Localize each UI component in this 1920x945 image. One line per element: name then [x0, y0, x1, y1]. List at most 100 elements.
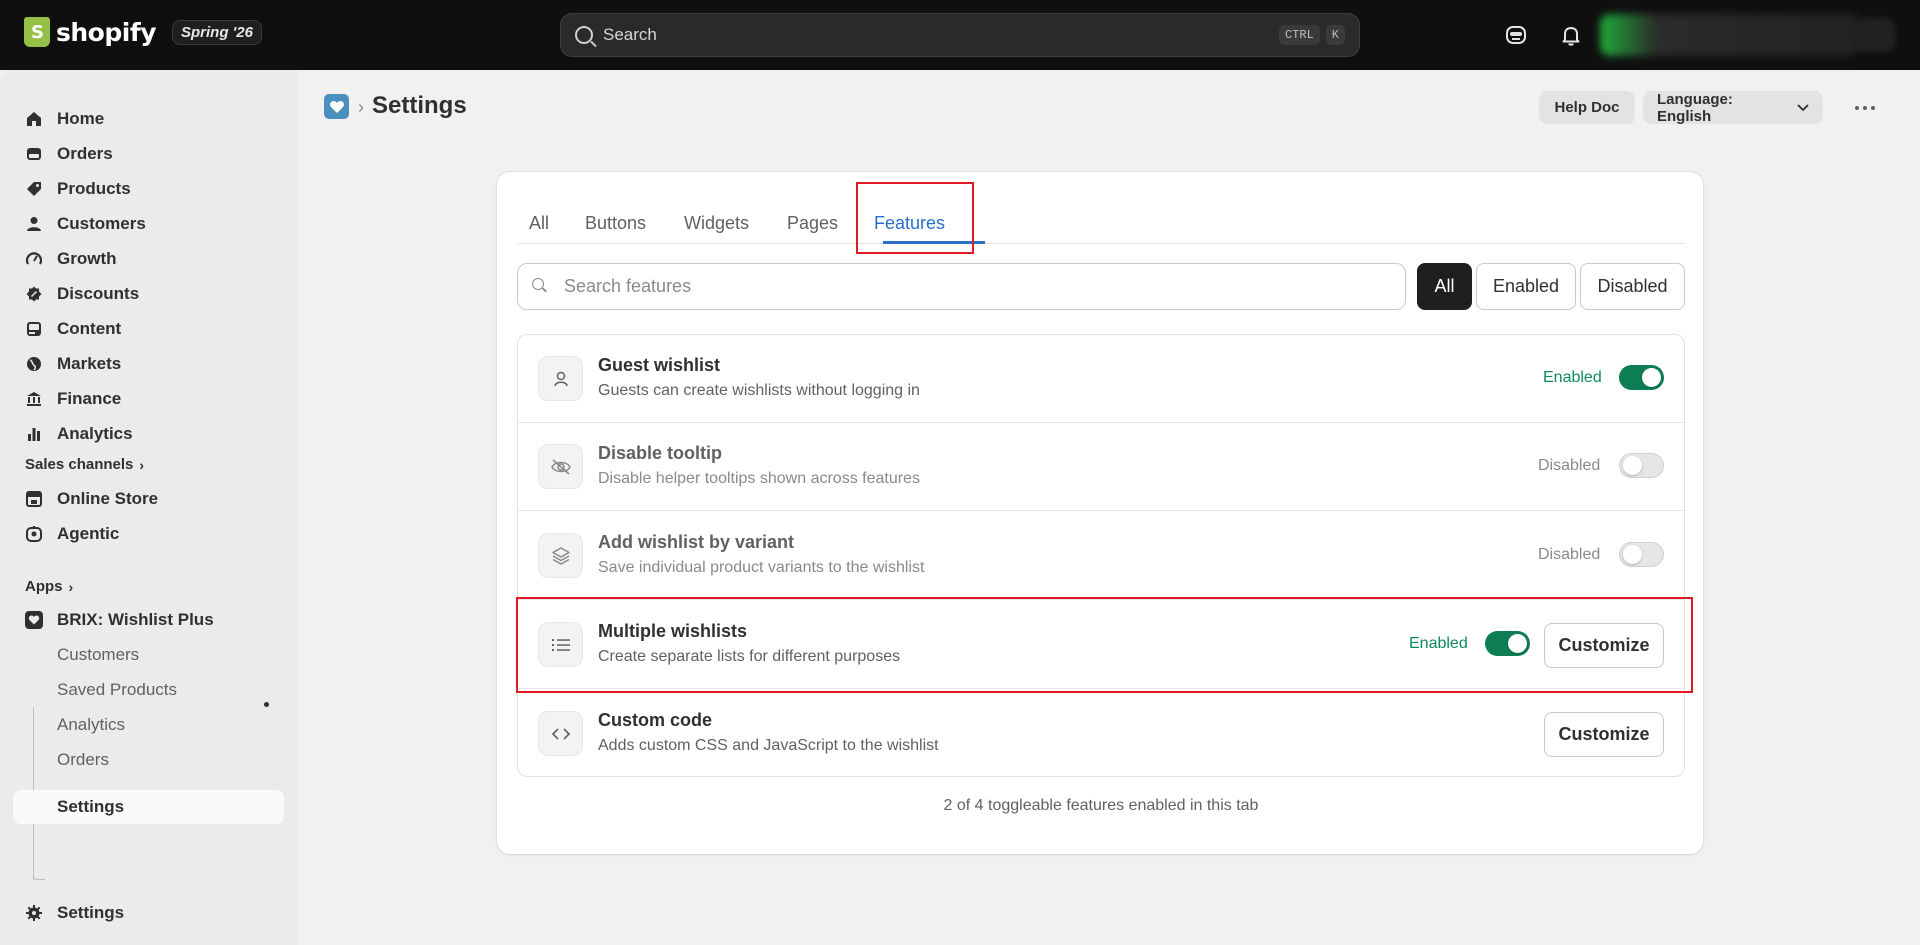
sidebar-item-content[interactable]: Content [13, 312, 284, 346]
feature-title: Add wishlist by variant [598, 532, 795, 552]
gauge-icon [25, 250, 43, 268]
sidebar-item-label: Orders [57, 144, 113, 163]
bar-chart-icon [25, 425, 43, 443]
highlight-box-features-tab [856, 182, 974, 254]
home-icon [25, 110, 43, 128]
settings-card: All Buttons Widgets Pages Features All E… [496, 171, 1704, 855]
sidebar-item-label: BRIX: Wishlist Plus [57, 610, 214, 629]
tab-buttons[interactable]: Buttons [585, 202, 646, 244]
apps-heading[interactable]: Apps › [25, 578, 73, 595]
feature-toggle-disable-tooltip[interactable] [1619, 453, 1664, 478]
language-select[interactable]: Language: English [1643, 90, 1823, 125]
sidebar-item-home[interactable]: Home [13, 102, 284, 136]
filter-all-button[interactable]: All [1417, 263, 1472, 310]
global-search[interactable]: Search CTRL K [560, 13, 1360, 57]
page-title: Settings [372, 92, 467, 119]
feature-status: Disabled [1538, 546, 1601, 563]
tab-bar: All Buttons Widgets Pages Features [517, 202, 1685, 244]
features-summary: 2 of 4 toggleable features enabled in th… [943, 797, 1259, 814]
feature-row-guest-wishlist: Guest wishlist Guests can create wishlis… [518, 335, 1684, 423]
sidebar-item-label: Content [57, 319, 122, 338]
sidebar-item-discounts[interactable]: Discounts [13, 277, 284, 311]
sidebar-item-online-store[interactable]: Online Store [13, 482, 284, 516]
sidebar-item-label: Online Store [57, 489, 159, 508]
customize-button-custom-code[interactable]: Customize [1544, 712, 1664, 757]
sidebar-item-label: Markets [57, 354, 122, 373]
language-label: Language: English [1657, 90, 1733, 125]
feature-row-disable-tooltip: Disable tooltip Disable helper tooltips … [518, 423, 1684, 511]
sidebar: Home Orders Products Customers Growth Di… [0, 70, 298, 945]
global-search-placeholder: Search [603, 25, 657, 44]
tab-widgets[interactable]: Widgets [684, 202, 749, 244]
more-actions-icon[interactable] [1855, 106, 1875, 110]
wishlist-app-icon[interactable] [324, 94, 349, 119]
bell-icon[interactable] [1558, 22, 1584, 48]
edition-badge[interactable]: Spring '26 [172, 19, 262, 45]
filter-enabled-button[interactable]: Enabled [1476, 263, 1576, 310]
gear-icon [25, 904, 43, 922]
chevron-right-icon: › [139, 456, 145, 473]
chevron-down-icon [1797, 99, 1809, 116]
eye-off-icon [538, 444, 583, 489]
app-subitem-settings[interactable]: Settings [13, 790, 284, 824]
shopify-logo[interactable]: shopify Spring '26 [24, 17, 262, 47]
sidebar-item-growth[interactable]: Growth [13, 242, 284, 276]
sidebar-item-analytics[interactable]: Analytics [13, 417, 284, 451]
tab-pages[interactable]: Pages [787, 202, 838, 244]
feature-toggle-add-wishlist-by-variant[interactable] [1619, 542, 1664, 567]
tab-all[interactable]: All [529, 202, 549, 244]
agent-icon [25, 525, 43, 543]
highlight-box-multiple-wishlists [516, 597, 1693, 693]
sidebar-item-orders[interactable]: Orders [13, 137, 284, 171]
feature-status: Disabled [1538, 457, 1601, 474]
app-subitem-orders[interactable]: Orders [13, 743, 284, 777]
layers-icon [538, 533, 583, 578]
globe-icon [25, 355, 43, 373]
sales-channels-label: Sales channels [25, 456, 134, 473]
chevron-right-icon: › [68, 578, 74, 595]
search-features-field[interactable] [517, 263, 1406, 310]
feature-title: Custom code [598, 710, 713, 730]
sidebar-item-label: Settings [57, 903, 125, 922]
top-bar: shopify Spring '26 Search CTRL K [0, 0, 1920, 70]
sidebar-item-agentic[interactable]: Agentic [13, 517, 284, 551]
sidebar-item-label: Customers [57, 214, 146, 233]
sidebar-item-label: Growth [57, 249, 117, 268]
sidebar-item-label: Discounts [57, 284, 140, 303]
person-icon [538, 356, 583, 401]
feature-status: Enabled [1543, 369, 1602, 386]
store-icon [25, 490, 43, 508]
help-doc-button[interactable]: Help Doc [1539, 91, 1635, 124]
sidebar-item-wishlist-app[interactable]: BRIX: Wishlist Plus [13, 603, 284, 637]
sidebar-item-finance[interactable]: Finance [13, 382, 284, 416]
feature-description: Adds custom CSS and JavaScript to the wi… [598, 737, 939, 754]
apps-label: Apps [25, 578, 63, 595]
breadcrumb-chevron-icon: › [358, 97, 364, 117]
shortcut-k: K [1325, 25, 1345, 45]
brand-name: shopify [56, 17, 157, 47]
shortcut-ctrl: CTRL [1278, 25, 1320, 45]
sidekick-icon[interactable] [1503, 22, 1529, 48]
sales-channels-heading[interactable]: Sales channels › [25, 456, 144, 473]
search-icon [532, 277, 544, 290]
sidebar-item-products[interactable]: Products [13, 172, 284, 206]
tag-icon [25, 180, 43, 198]
store-account-menu[interactable] [1600, 14, 1860, 56]
sidebar-item-markets[interactable]: Markets [13, 347, 284, 381]
feature-toggle-guest-wishlist[interactable] [1619, 365, 1664, 390]
discount-icon [25, 285, 43, 303]
feature-title: Guest wishlist [598, 355, 721, 375]
search-icon [575, 26, 593, 44]
app-subitem-customers[interactable]: Customers [13, 638, 284, 672]
code-icon [538, 711, 583, 756]
app-subitem-analytics[interactable]: Analytics [13, 708, 284, 742]
feature-description: Disable helper tooltips shown across fea… [598, 470, 920, 487]
sidebar-item-settings[interactable]: Settings [13, 896, 284, 930]
feature-description: Guests can create wishlists without logg… [598, 382, 920, 399]
search-features-input[interactable] [564, 276, 1384, 297]
app-subitem-saved-products[interactable]: Saved Products [13, 673, 284, 707]
avatar[interactable] [1855, 18, 1895, 52]
sidebar-item-customers[interactable]: Customers [13, 207, 284, 241]
filter-disabled-button[interactable]: Disabled [1580, 263, 1685, 310]
feature-title: Disable tooltip [598, 443, 723, 463]
